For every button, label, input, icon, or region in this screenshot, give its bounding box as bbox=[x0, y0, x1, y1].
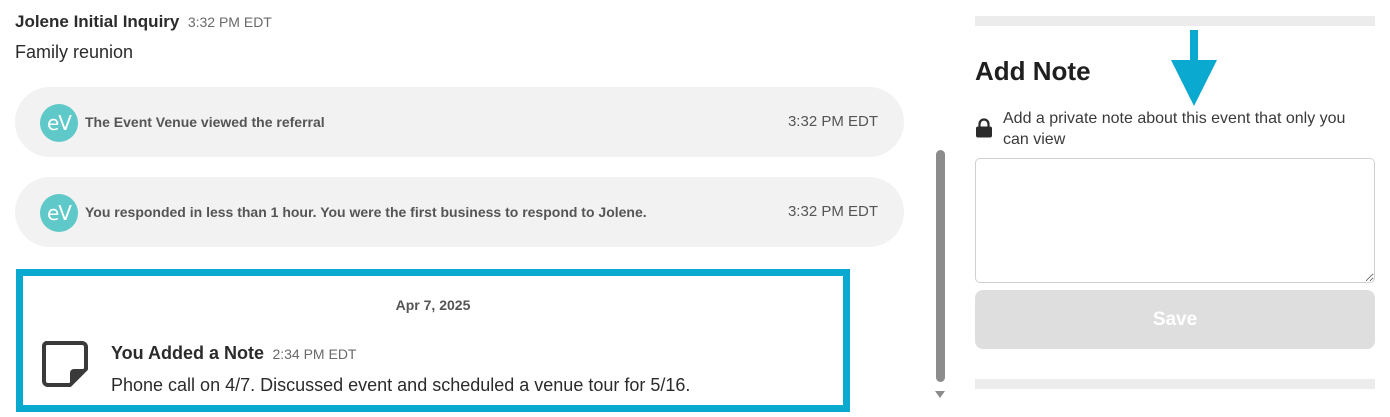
save-button[interactable]: Save bbox=[975, 290, 1375, 349]
note-icon bbox=[41, 341, 88, 387]
add-note-panel: Add Note Add a private note about this e… bbox=[950, 0, 1390, 417]
note-time: 2:34 PM EDT bbox=[272, 346, 357, 362]
note-date: Apr 7, 2025 bbox=[395, 297, 471, 313]
sender-name: Jolene Initial Inquiry bbox=[15, 12, 180, 31]
activity-text: The Event Venue viewed the referral bbox=[85, 114, 325, 130]
message-thread: Jolene Initial Inquiry 3:32 PM EDT Famil… bbox=[0, 0, 930, 417]
scrollbar[interactable] bbox=[931, 0, 949, 417]
activity-item: eV The Event Venue viewed the referral 3… bbox=[15, 87, 904, 157]
venue-avatar-icon: eV bbox=[40, 194, 78, 232]
arrow-down-icon bbox=[1171, 30, 1217, 106]
lock-icon bbox=[976, 118, 992, 138]
message-subtitle: Family reunion bbox=[15, 42, 134, 62]
note-textarea[interactable] bbox=[975, 158, 1375, 283]
scroll-down-icon[interactable] bbox=[935, 391, 945, 398]
activity-time: 3:32 PM EDT bbox=[787, 203, 878, 220]
scrollbar-thumb[interactable] bbox=[936, 150, 945, 382]
add-note-title: Add Note bbox=[975, 56, 1091, 86]
activity-item: eV You responded in less than 1 hour. Yo… bbox=[15, 177, 904, 247]
note-body: Phone call on 4/7. Discussed event and s… bbox=[111, 375, 691, 395]
activity-time: 3:32 PM EDT bbox=[787, 113, 878, 130]
note-title-row: You Added a Note 2:34 PM EDT bbox=[111, 343, 356, 364]
sender-time: 3:32 PM EDT bbox=[187, 14, 272, 30]
divider bbox=[975, 16, 1375, 26]
note-title: You Added a Note bbox=[111, 343, 264, 363]
message-header: Jolene Initial Inquiry 3:32 PM EDT bbox=[15, 12, 272, 32]
activity-text: You responded in less than 1 hour. You w… bbox=[85, 204, 647, 220]
private-note-description: Add a private note about this event that… bbox=[1003, 110, 1346, 148]
divider bbox=[975, 379, 1375, 389]
added-note-entry: Apr 7, 2025 You Added a Note 2:34 PM EDT… bbox=[16, 269, 850, 412]
venue-avatar-icon: eV bbox=[40, 104, 78, 142]
